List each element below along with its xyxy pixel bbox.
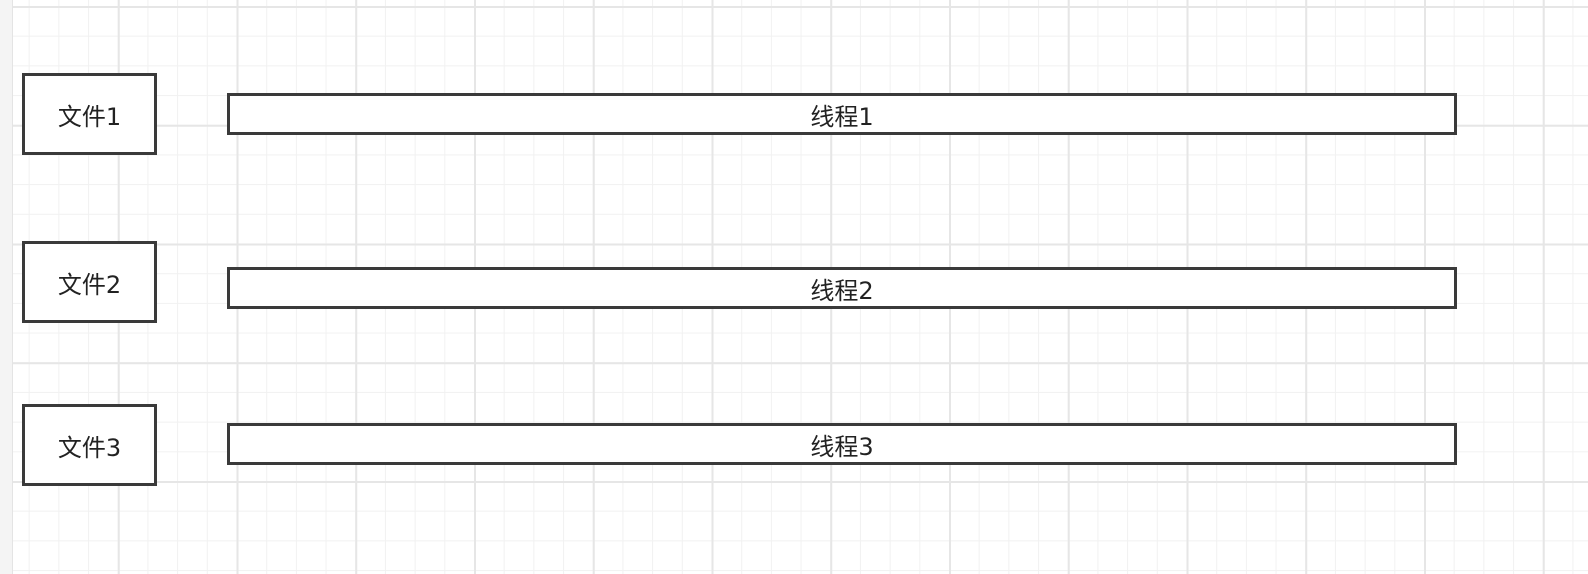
canvas-left-edge	[0, 0, 13, 574]
thread-bar-1[interactable]: 线程1	[227, 93, 1457, 135]
file-box-3[interactable]: 文件3	[22, 404, 157, 486]
thread-label-1: 线程1	[810, 102, 874, 131]
file-label-3: 文件3	[57, 433, 122, 462]
file-label-2: 文件2	[57, 270, 122, 299]
thread-bar-2[interactable]: 线程2	[227, 267, 1457, 309]
thread-label-2: 线程2	[810, 276, 874, 305]
diagram-canvas: 文件1 线程1 文件2 线程2 文件3 线程3	[0, 0, 1588, 574]
thread-bar-3[interactable]: 线程3	[227, 423, 1457, 465]
thread-label-3: 线程3	[810, 432, 874, 461]
file-label-1: 文件1	[57, 102, 122, 131]
file-box-2[interactable]: 文件2	[22, 241, 157, 323]
file-box-1[interactable]: 文件1	[22, 73, 157, 155]
